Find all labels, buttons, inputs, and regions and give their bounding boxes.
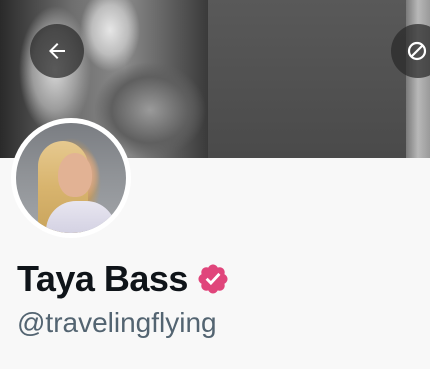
display-name-row: Taya Bass [17, 258, 230, 300]
profile-page: Taya Bass @travelingflying [0, 0, 430, 369]
avatar[interactable] [11, 118, 131, 238]
user-handle: @travelingflying [17, 307, 217, 338]
banner-background [208, 0, 406, 158]
avatar-photo [16, 123, 126, 233]
back-button[interactable] [30, 24, 84, 78]
verified-badge-icon[interactable] [196, 262, 230, 296]
display-name: Taya Bass [17, 258, 188, 299]
arrow-left-icon [49, 43, 65, 59]
more-options-icon [407, 41, 427, 61]
